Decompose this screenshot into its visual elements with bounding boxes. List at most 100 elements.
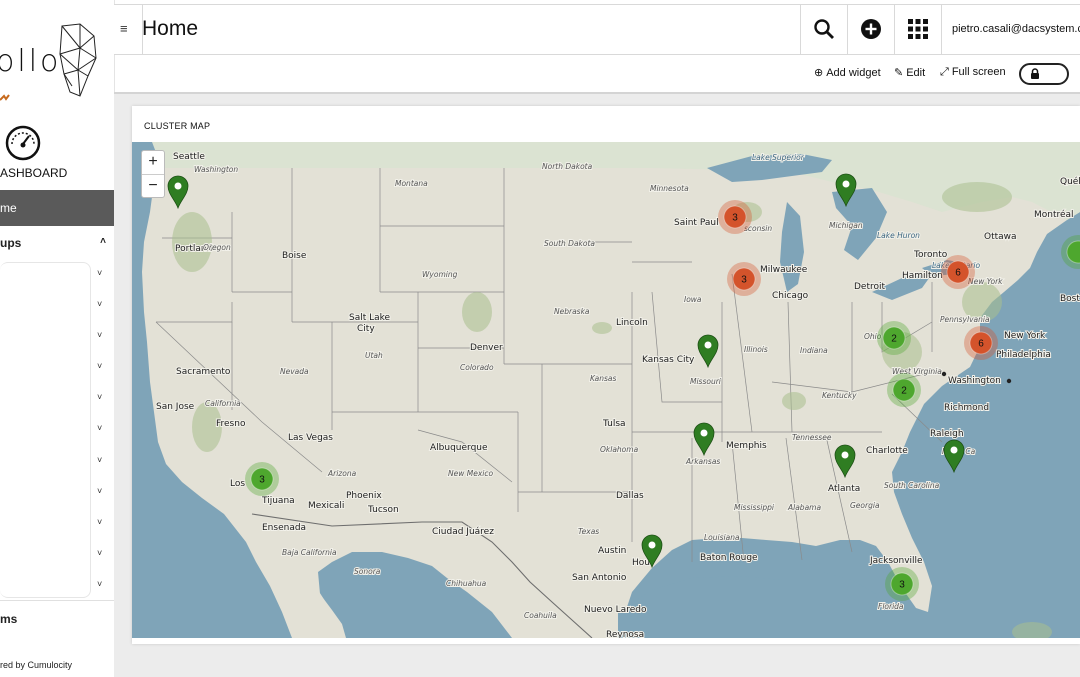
chevron-down-icon[interactable]: ˅: [97, 392, 102, 402]
map-label-kansas: Kansas: [590, 374, 617, 383]
forest-area: [462, 292, 492, 332]
map-label-montreal: Montréal: [1034, 209, 1074, 220]
widget-title: CLUSTER MAP: [144, 121, 211, 131]
map-label-arkansas: Arkansas: [685, 457, 720, 466]
map-label-philadelphia: Philadelphia: [996, 350, 1051, 360]
map-pin-dot: [648, 541, 656, 549]
map-label-south-carolina: South Carolina: [884, 481, 940, 490]
app-switcher-button[interactable]: [894, 5, 941, 54]
chevron-down-icon[interactable]: ˅: [97, 517, 102, 527]
polygon-head-logo-icon: [0, 23, 97, 101]
map-label-chihuahua: Chihuahua: [446, 579, 487, 588]
full-screen-button[interactable]: ⤢ Full screen: [940, 66, 1006, 79]
powered-by-text: red by Cumulocity: [0, 660, 73, 670]
map-label-north-dakota: North Dakota: [542, 162, 593, 171]
map-label-atlanta: Atlanta: [828, 484, 860, 494]
map-label-washington-st: Washington: [194, 165, 238, 174]
grid-apps-icon: [908, 19, 928, 39]
chevron-down-icon[interactable]: ˅: [97, 486, 102, 496]
map-label-missouri: Missouri: [690, 377, 722, 386]
map-label-saint-paul: Saint Paul: [674, 218, 719, 228]
edit-button[interactable]: ✎ Edit: [894, 66, 925, 79]
add-widget-button[interactable]: ⊕ Add widget: [814, 66, 881, 79]
map-label-chicago: Chicago: [772, 291, 809, 301]
map-label-alabama: Alabama: [787, 503, 821, 512]
map-label-lake-huron: Lake Huron: [877, 231, 920, 240]
map-label-line: Salt Lake: [349, 313, 391, 323]
cluster-count: 6: [955, 268, 961, 279]
cluster-map-widget: CLUSTER MAP Seattle Washington Portland Ore…: [132, 106, 1080, 644]
map-label-hamilton: Hamilton: [902, 271, 943, 281]
chevron-down-icon[interactable]: ˅: [97, 455, 102, 465]
map-label-line: City: [357, 324, 375, 334]
map-label-michigan: Michigan: [829, 221, 863, 230]
map-label-texas: Texas: [578, 527, 599, 536]
forest-area: [592, 322, 612, 334]
map-label-indiana: Indiana: [800, 346, 828, 355]
map-label-south-dakota: South Dakota: [544, 239, 595, 248]
sidebar-item-home[interactable]: me: [0, 190, 114, 226]
cluster-count: 6: [978, 339, 984, 350]
map-label-tennessee: Tennessee: [792, 433, 832, 442]
map-canvas[interactable]: SeattleWashingtonPortlandOregonMontanaNo…: [132, 142, 1080, 638]
sidebar-item-home-label: me: [0, 201, 17, 215]
map-label-quebec: Québe: [1060, 176, 1080, 187]
map-label-dallas: Dallas: [616, 491, 644, 501]
sidebar-item-alarms[interactable]: ms: [0, 612, 17, 626]
brand-logo[interactable]: ollo: [0, 14, 114, 104]
map-label-florida: Florida: [878, 602, 904, 611]
map-label-baja-california: Baja California: [282, 548, 337, 557]
map-label-las-vegas: Las Vegas: [288, 433, 333, 443]
search-button[interactable]: [800, 5, 847, 54]
map-label-new-york-city: New York: [1004, 331, 1046, 341]
city-dot: [941, 371, 947, 377]
map-label-richmond: Richmond: [944, 403, 989, 413]
chevron-down-icon[interactable]: ˅: [97, 423, 102, 433]
zoom-out-button[interactable]: −: [142, 174, 164, 198]
cluster-count: 3: [732, 213, 738, 224]
map-label-iowa: Iowa: [684, 295, 702, 304]
chevron-down-icon[interactable]: ˅: [97, 548, 102, 558]
forest-area: [172, 212, 212, 272]
map-pin-dot: [842, 180, 850, 188]
chevron-down-icon[interactable]: ˅: [97, 330, 102, 340]
chevron-down-icon[interactable]: ˅: [97, 579, 102, 589]
map-label-phoenix: Phoenix: [346, 491, 382, 501]
map-label-wyoming: Wyoming: [422, 270, 458, 279]
plus-circle-icon: ⊕: [814, 67, 824, 79]
user-email[interactable]: pietro.casali@dacsystem.c: [952, 23, 1080, 35]
chevron-down-icon[interactable]: ˅: [97, 361, 102, 371]
map-label-detroit: Detroit: [854, 282, 886, 292]
map-label-california: California: [205, 399, 241, 408]
map-label-nebraska: Nebraska: [554, 307, 590, 316]
map-label-raleigh: Raleigh: [930, 429, 964, 439]
map-label-tijuana: Tijuana: [261, 496, 295, 506]
map-label-montana: Montana: [395, 179, 428, 188]
map-pin-dot: [841, 451, 849, 459]
chevron-down-icon[interactable]: ˅: [97, 299, 102, 309]
cluster-count: 3: [259, 475, 265, 486]
chevron-up-icon[interactable]: ˄: [100, 236, 106, 247]
map-label-boise: Boise: [282, 251, 307, 261]
add-button[interactable]: [847, 5, 894, 54]
chevron-down-icon[interactable]: ˅: [97, 268, 102, 278]
cluster-count: 2: [891, 334, 897, 345]
top-bar: ≡ Home pietro.casali@dacsystem.c: [114, 4, 1080, 55]
search-icon: [814, 19, 834, 39]
lock-toggle[interactable]: [1019, 63, 1069, 85]
map-label-ensenada: Ensenada: [262, 523, 306, 533]
map-label-charlotte: Charlotte: [866, 446, 908, 456]
cluster-count: 2: [901, 386, 907, 397]
menu-toggle-icon[interactable]: ≡: [120, 21, 128, 36]
map-label-denver: Denver: [470, 343, 503, 353]
map-label-sacramento: Sacramento: [176, 367, 231, 377]
map-label-coahuila: Coahuila: [524, 611, 557, 620]
sidebar-groups-header[interactable]: ups ˄: [0, 236, 114, 258]
map-label-minnesota: Minnesota: [650, 184, 689, 193]
map[interactable]: Seattle Washington Portland Oregon Montana No…: [132, 142, 1080, 638]
zoom-in-button[interactable]: +: [142, 151, 164, 174]
map-label-oregon: Oregon: [203, 243, 231, 252]
dashboard-nav-label[interactable]: ASHBOARD: [0, 166, 67, 180]
map-label-austin: Austin: [598, 546, 626, 556]
map-label-toronto: Toronto: [913, 250, 948, 260]
